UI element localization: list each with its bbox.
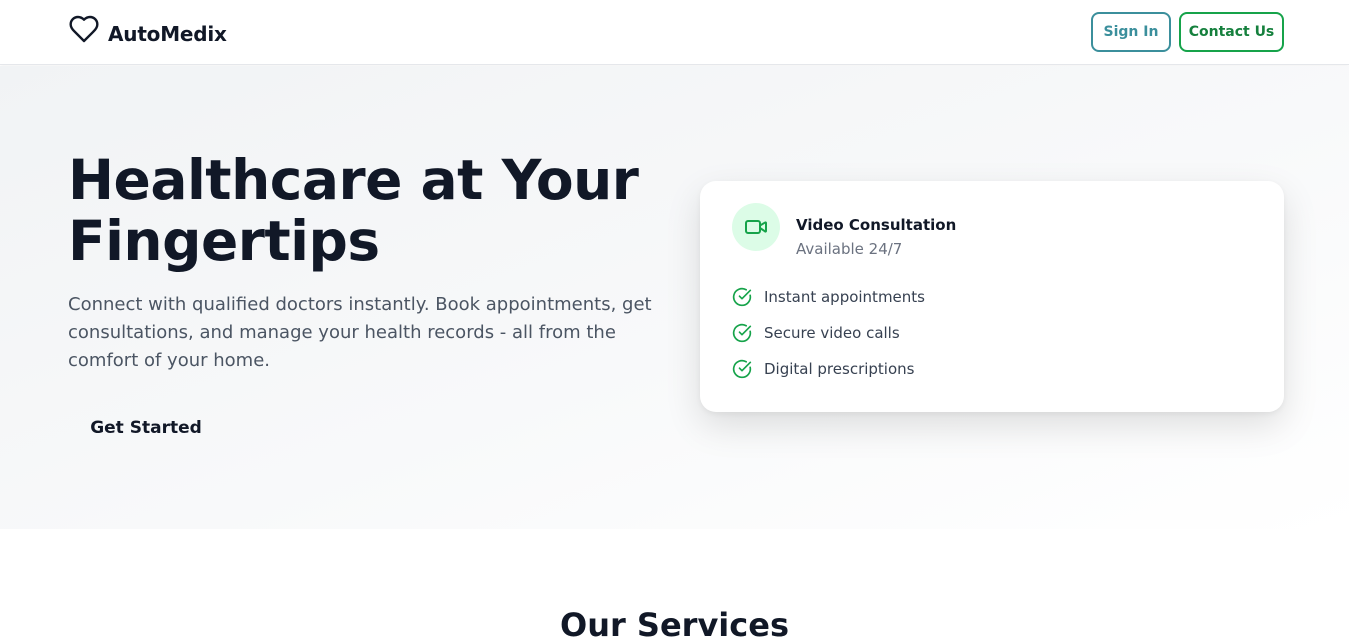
check-circle-icon [732,359,752,379]
contact-us-button[interactable]: Contact Us [1179,12,1284,52]
card-subtitle: Available 24/7 [796,240,903,258]
feature-label: Instant appointments [764,288,925,306]
feature-item: Instant appointments [732,287,925,307]
feature-item: Secure video calls [732,323,900,343]
hero-subtitle: Connect with qualified doctors instantly… [68,294,652,371]
brand-name: AutoMedix [108,22,227,46]
brand-logo[interactable]: AutoMedix [68,12,227,46]
video-consultation-card: Video Consultation Available 24/7 Instan… [700,181,1284,412]
check-circle-icon [732,287,752,307]
feature-label: Secure video calls [764,324,900,342]
card-title: Video Consultation [796,216,957,234]
feature-item: Digital prescriptions [732,359,914,379]
feature-label: Digital prescriptions [764,360,915,378]
get-started-button[interactable]: Get Started [68,406,224,450]
video-camera-icon [745,220,767,234]
card-icon-badge [732,203,780,251]
site-header: AutoMedix Sign In Contact Us [0,0,1349,65]
hero-title: Healthcare at Your Fingertips [68,148,639,273]
heart-icon [69,15,99,43]
hero-section: Healthcare at Your Fingertips Connect wi… [0,66,1349,529]
services-heading: Our Services [560,606,789,644]
check-circle-icon [732,323,752,343]
sign-in-button[interactable]: Sign In [1091,12,1171,52]
